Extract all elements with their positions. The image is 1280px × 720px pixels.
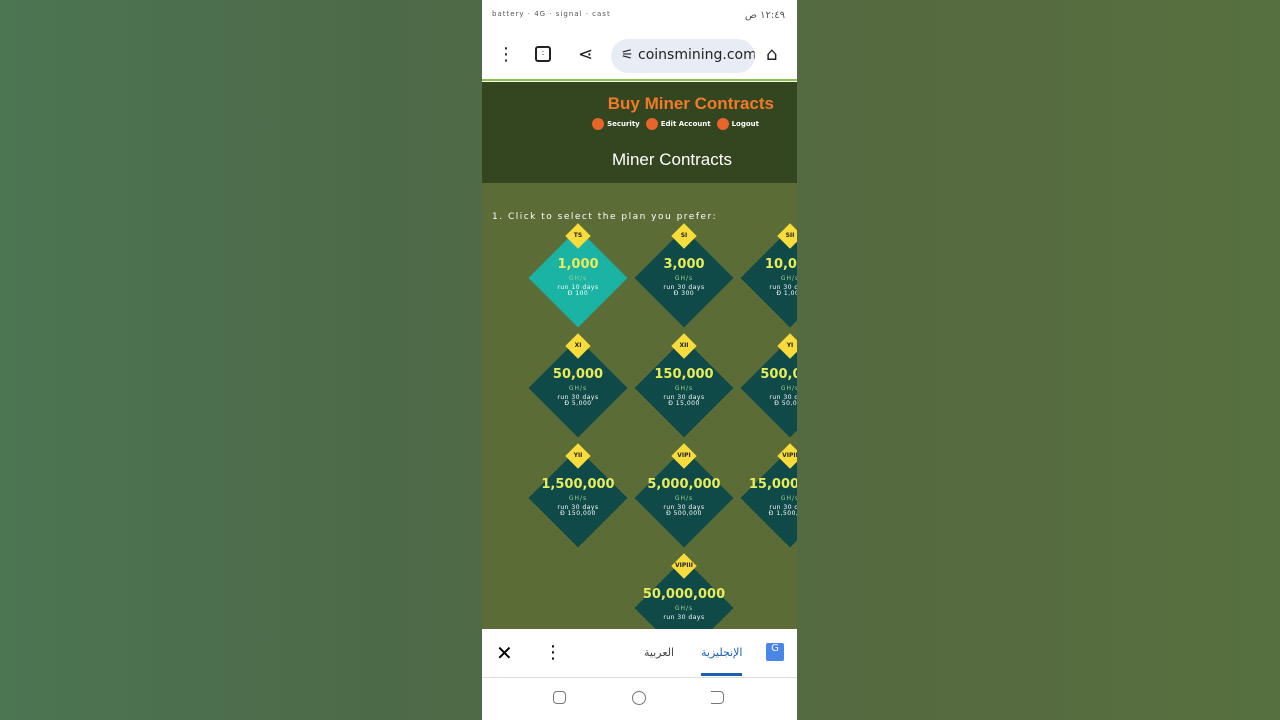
back-icon[interactable] — [711, 691, 724, 704]
plan-badge-label: TS — [573, 232, 583, 239]
plan-card-vipii[interactable]: VIPII 15,000,000 GH/s run 30 daysĐ 1,500… — [740, 443, 797, 548]
plan-badge-label: XII — [679, 342, 689, 349]
plan-badge-label: YII — [573, 452, 583, 459]
plan-price: Đ 15,000 — [668, 400, 700, 407]
plan-hashrate: 500,000 — [760, 367, 797, 382]
plan-price: Đ 50,000 — [774, 400, 797, 407]
plan-price: Đ 300 — [673, 290, 695, 297]
recents-icon[interactable] — [553, 691, 566, 704]
instruction: 1. Click to select the plan you prefer: — [492, 212, 718, 222]
plan-unit: GH/s — [568, 385, 588, 392]
url-text: coinsmining.com — [638, 47, 755, 63]
url-bar[interactable]: ⚟ coinsmining.com — [611, 39, 755, 73]
plan-price: Đ 5,000 — [564, 400, 592, 407]
plan-unit: GH/s — [568, 275, 588, 282]
plan-card-yi[interactable]: YI 500,000 GH/s run 30 daysĐ 50,000 — [740, 333, 797, 438]
tabs-icon[interactable]: : — [535, 46, 551, 62]
plan-hashrate: 3,000 — [663, 257, 705, 272]
plan-badge-label: YI — [786, 342, 794, 349]
site-header: Buy Miner Contracts Security Edit Accoun… — [482, 82, 797, 183]
close-icon[interactable]: ✕ — [496, 641, 513, 665]
plan-hashrate: 1,000 — [557, 257, 599, 272]
plan-price: Đ 500,000 — [666, 510, 702, 517]
plan-unit: GH/s — [674, 385, 694, 392]
plan-hashrate: 15,000,000 — [748, 477, 797, 492]
page-title: Buy Miner Contracts — [607, 94, 774, 113]
lang-english-tab[interactable]: الإنجليزية — [701, 646, 743, 676]
plan-card-yii[interactable]: YII 1,500,000 GH/s run 30 days Đ 150,000 — [528, 443, 628, 548]
lang-arabic-tab[interactable]: العربية — [644, 646, 674, 659]
share-icon[interactable]: ⋖ — [578, 44, 593, 65]
plan-badge-label: SI — [680, 232, 688, 239]
web-page: Buy Miner Contracts Security Edit Accoun… — [482, 82, 797, 629]
plan-card-sii[interactable]: SII 10,000 GH/s run 30 daysĐ 1,000 — [740, 223, 797, 328]
plan-card-xi[interactable]: XI 50,000 GH/s run 30 days Đ 5,000 — [528, 333, 628, 438]
plan-hashrate: 50,000 — [552, 367, 604, 382]
clock: ١٢:٤٩ ص — [744, 10, 785, 21]
plan-hashrate: 150,000 — [654, 367, 714, 382]
plan-badge-label: SII — [785, 232, 795, 239]
plan-price: Đ 100 — [567, 290, 589, 297]
plan-badge-label: VIPI — [677, 452, 691, 459]
nav-bar — [482, 678, 797, 720]
plan-unit: GH/s — [674, 275, 694, 282]
logout-link[interactable]: Logout — [716, 118, 759, 130]
plan-price: Đ 1,000 — [776, 290, 797, 297]
logout-icon — [716, 118, 729, 130]
plan-unit: GH/s — [780, 495, 797, 502]
plan-card-ts[interactable]: TS 1,000 GH/s run 10 days Đ 100 — [528, 223, 628, 328]
section-title: Miner Contracts — [612, 150, 732, 169]
site-settings-icon[interactable]: ⚟ — [621, 47, 638, 63]
plan-badge-label: VIPII — [782, 452, 797, 459]
plan-unit: GH/s — [780, 275, 797, 282]
plan-hashrate: 10,000 — [764, 257, 797, 272]
plan-card-vipiii[interactable]: VIPIII 50,000,000 GH/s run 30 days — [634, 553, 734, 629]
home-nav-icon[interactable] — [632, 691, 646, 705]
shield-icon — [592, 118, 605, 130]
google-translate-icon: G — [766, 643, 784, 661]
plan-duration: run 30 days — [663, 614, 705, 621]
status-bar: battery · 4G · signal · cast ١٢:٤٩ ص — [482, 0, 797, 34]
plan-price: Đ 1,500,000 — [768, 510, 797, 517]
plan-unit: GH/s — [568, 495, 588, 502]
translate-bar: ✕ ⋮ العربية الإنجليزية G — [482, 629, 797, 678]
home-icon[interactable]: ⌂ — [766, 44, 777, 65]
plan-card-xii[interactable]: XII 150,000 GH/s run 30 days Đ 15,000 — [634, 333, 734, 438]
edit-account-link[interactable]: Edit Account — [645, 118, 711, 130]
plan-unit: GH/s — [674, 495, 694, 502]
plan-badge-label: XI — [574, 342, 582, 349]
plan-price: Đ 150,000 — [560, 510, 596, 517]
plan-hashrate: 50,000,000 — [642, 587, 726, 602]
status-icons: battery · 4G · signal · cast — [492, 10, 611, 18]
browser-toolbar: ⋮ : ⋖ ⚟ coinsmining.com ⌂ — [482, 34, 797, 81]
plan-card-vipi[interactable]: VIPI 5,000,000 GH/s run 30 days Đ 500,000 — [634, 443, 734, 548]
plan-hashrate: 5,000,000 — [647, 477, 721, 492]
plan-card-si[interactable]: SI 3,000 GH/s run 30 days Đ 300 — [634, 223, 734, 328]
security-link[interactable]: Security — [592, 118, 640, 130]
plan-unit: GH/s — [674, 605, 694, 612]
menu-icon[interactable]: ⋮ — [497, 44, 515, 65]
phone-screen: battery · 4G · signal · cast ١٢:٤٩ ص ⋮ :… — [482, 0, 797, 720]
more-icon[interactable]: ⋮ — [544, 642, 562, 663]
plan-hashrate: 1,500,000 — [541, 477, 615, 492]
user-icon — [645, 118, 658, 130]
plan-badge-label: VIPIII — [675, 562, 693, 569]
plan-unit: GH/s — [780, 385, 797, 392]
